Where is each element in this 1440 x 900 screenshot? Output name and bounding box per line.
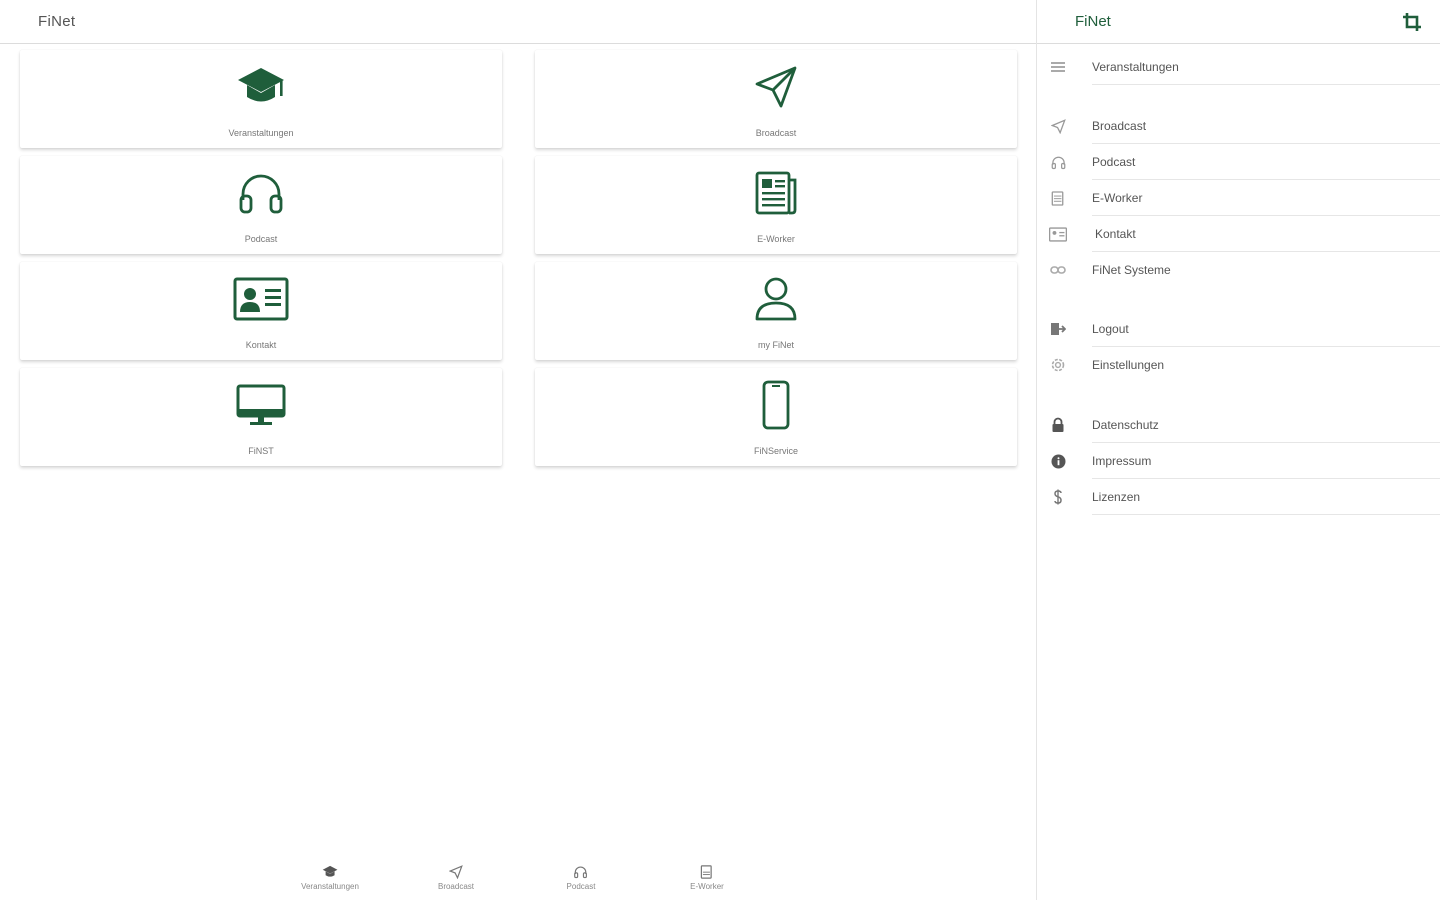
drawer-item-label: Broadcast xyxy=(1092,119,1147,133)
drawer-item-podcast[interactable]: Podcast xyxy=(1037,144,1440,180)
tile-label: FiNST xyxy=(248,446,274,456)
tile-label: FiNService xyxy=(753,446,798,456)
link-icon xyxy=(1049,262,1067,278)
drawer-item-label: Podcast xyxy=(1092,155,1136,169)
info-icon xyxy=(1049,453,1067,469)
bottom-nav-e-worker[interactable]: E-Worker xyxy=(690,864,724,891)
tile-label: Veranstaltungen xyxy=(228,128,294,138)
monitor-icon xyxy=(231,380,291,430)
drawer-item-einstellungen[interactable]: Einstellungen xyxy=(1037,347,1440,383)
tile-label: Podcast xyxy=(244,234,278,244)
drawer-item-datenschutz[interactable]: Datenschutz xyxy=(1037,407,1440,443)
drawer-item-label: Datenschutz xyxy=(1092,418,1159,432)
drawer-item-label: E-Worker xyxy=(1092,191,1143,205)
gear-icon xyxy=(1049,357,1067,373)
drawer-item-broadcast[interactable]: Broadcast xyxy=(1037,108,1440,144)
contact-card-icon xyxy=(1049,226,1067,242)
app-title: FiNet xyxy=(38,13,76,30)
graduation-cap-icon xyxy=(231,62,291,112)
user-icon xyxy=(746,274,806,324)
tile-label: my FiNet xyxy=(758,340,794,350)
tile-grid: Veranstaltungen Broadcast Podcast E-Work… xyxy=(20,50,1018,466)
headphones-icon xyxy=(231,168,291,218)
tile-veranstaltungen[interactable]: Veranstaltungen xyxy=(20,50,502,148)
drawer-item-finet-systeme[interactable]: FiNet Systeme xyxy=(1037,252,1440,288)
main-panel: FiNet Veranstaltungen Broadcast Podcast … xyxy=(0,0,1036,900)
drawer-item-impressum[interactable]: Impressum xyxy=(1037,443,1440,479)
lock-icon xyxy=(1049,417,1067,433)
bottom-nav-broadcast[interactable]: Broadcast xyxy=(438,864,474,891)
bottom-nav-label: E-Worker xyxy=(690,882,724,891)
menu-lines-icon xyxy=(1049,59,1067,75)
drawer-title: FiNet xyxy=(1075,13,1111,30)
tile-my-finet[interactable]: my FiNet xyxy=(535,262,1017,360)
divider xyxy=(1092,514,1440,515)
tile-label: E-Worker xyxy=(757,234,795,244)
graduation-cap-icon xyxy=(321,864,339,880)
paper-plane-icon xyxy=(447,864,465,880)
drawer-item-label: Impressum xyxy=(1092,454,1152,468)
drawer-item-e-worker[interactable]: E-Worker xyxy=(1037,180,1440,216)
tile-finst[interactable]: FiNST xyxy=(20,368,502,466)
headphones-icon xyxy=(572,864,590,880)
bottom-nav-podcast[interactable]: Podcast xyxy=(566,864,596,891)
bottom-nav-veranstaltungen[interactable]: Veranstaltungen xyxy=(301,864,359,891)
drawer-item-veranstaltungen[interactable]: Veranstaltungen xyxy=(1037,49,1440,85)
app-bar: FiNet xyxy=(0,0,1036,44)
bottom-nav-label: Podcast xyxy=(566,882,596,891)
paper-plane-icon xyxy=(746,62,806,112)
drawer-item-label: Lizenzen xyxy=(1092,490,1141,504)
tile-finservice[interactable]: FiNService xyxy=(535,368,1017,466)
crop-icon[interactable] xyxy=(1402,12,1422,32)
drawer-item-lizenzen[interactable]: Lizenzen xyxy=(1037,479,1440,515)
drawer-item-label: Einstellungen xyxy=(1092,358,1165,372)
tile-broadcast[interactable]: Broadcast xyxy=(535,50,1017,148)
headphones-icon xyxy=(1049,154,1067,170)
divider xyxy=(1092,84,1440,85)
logout-icon xyxy=(1049,321,1067,337)
drawer-item-logout[interactable]: Logout xyxy=(1037,311,1440,347)
drawer-item-label: FiNet Systeme xyxy=(1092,263,1171,277)
dollar-icon xyxy=(1049,489,1067,505)
contact-card-icon xyxy=(231,274,291,324)
newspaper-icon xyxy=(698,864,716,880)
tile-label: Kontakt xyxy=(245,340,277,350)
bottom-nav-label: Broadcast xyxy=(437,882,475,891)
tile-kontakt[interactable]: Kontakt xyxy=(20,262,502,360)
drawer-item-label: Veranstaltungen xyxy=(1092,60,1179,74)
navigation-drawer: FiNet Veranstaltungen Broadcast Podcast xyxy=(1036,0,1440,900)
tile-podcast[interactable]: Podcast xyxy=(20,156,502,254)
smartphone-icon xyxy=(746,380,806,430)
drawer-item-kontakt[interactable]: Kontakt xyxy=(1037,216,1440,252)
tile-label: Broadcast xyxy=(755,128,797,138)
drawer-header: FiNet xyxy=(1037,0,1440,44)
bottom-nav-label: Veranstaltungen xyxy=(301,882,359,891)
drawer-item-label: Logout xyxy=(1092,322,1129,336)
newspaper-icon xyxy=(1049,190,1067,206)
paper-plane-icon xyxy=(1049,118,1067,134)
drawer-item-label: Kontakt xyxy=(1095,227,1136,241)
newspaper-icon xyxy=(746,168,806,218)
tile-e-worker[interactable]: E-Worker xyxy=(535,156,1017,254)
